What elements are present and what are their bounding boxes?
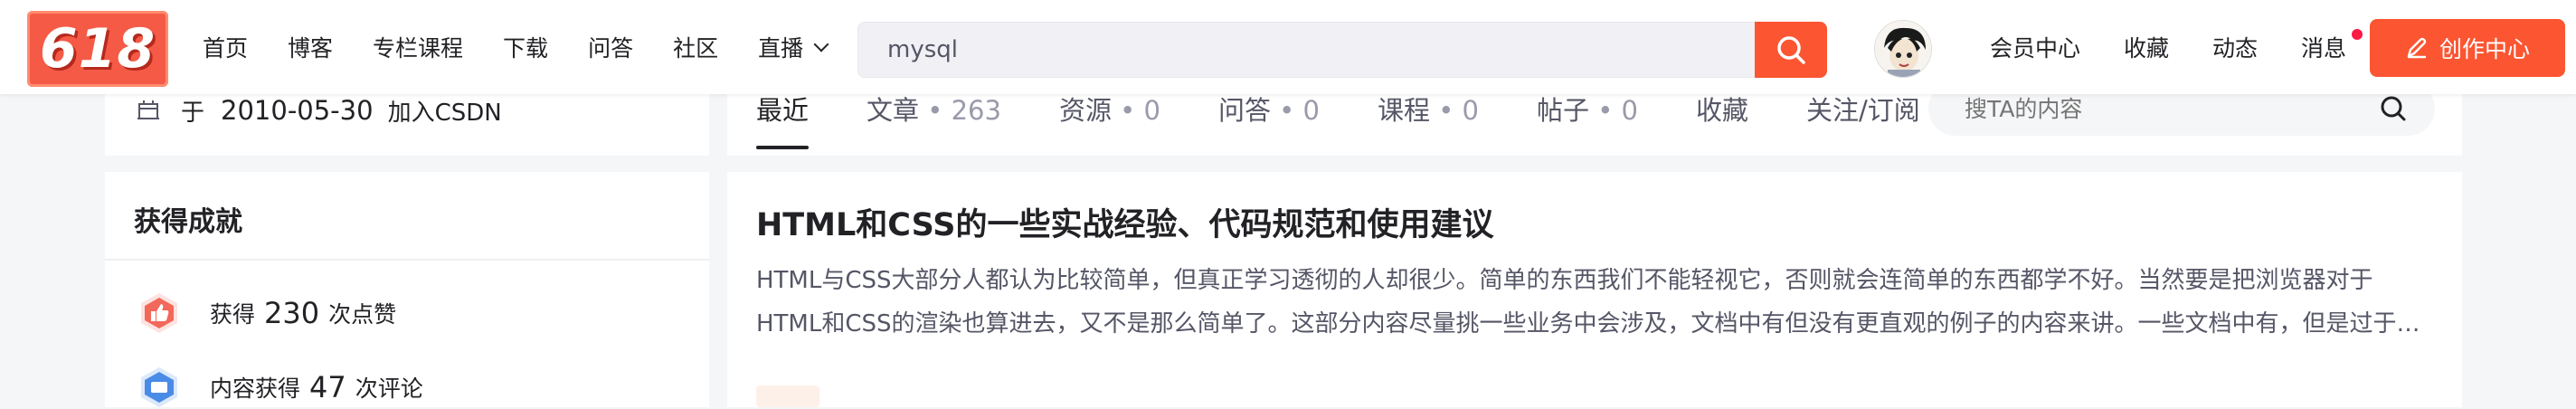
logo-text: 618 — [39, 17, 156, 81]
user-nav: 会员中心 收藏 动态 消息 — [1990, 0, 2390, 94]
achievement-row-likes: 获得 230 次点赞 — [137, 291, 396, 335]
tab-posts[interactable]: 帖子 • 0 — [1537, 90, 1638, 128]
comments-count: 47 — [309, 370, 346, 404]
tab-label: 最近 — [756, 95, 810, 126]
tab-label: 问答 — [1217, 95, 1271, 126]
achievements-title: 获得成就 — [134, 206, 242, 238]
tab-label: 收藏 — [1696, 95, 1749, 126]
tab-count-separator: • — [1589, 95, 1622, 126]
messages-label: 消息 — [2301, 35, 2347, 62]
pen-icon — [2407, 37, 2427, 59]
article-list-item[interactable]: HTML和CSS的一些实战经验、代码规范和使用建议 HTML与CSS大部分人都认… — [727, 172, 2462, 407]
tab-count-separator: • — [1270, 95, 1303, 126]
achievement-row-comments: 内容获得 47 次评论 — [137, 366, 423, 409]
comments-suffix: 次评论 — [355, 376, 423, 402]
nav-item-home[interactable]: 首页 — [203, 31, 248, 63]
tab-count: 0 — [1143, 95, 1160, 126]
nav-item-qa[interactable]: 问答 — [588, 31, 633, 63]
article-description: HTML与CSS大部分人都认为比较简单，但真正学习透彻的人却很少。简单的东西我们… — [756, 267, 2420, 338]
likes-prefix: 获得 — [210, 301, 256, 328]
tab-label: 帖子 — [1536, 95, 1589, 126]
creator-center-label: 创作中心 — [2439, 36, 2530, 62]
csdn-618-logo[interactable]: 618 — [27, 11, 168, 87]
article-title[interactable]: HTML和CSS的一些实战经验、代码规范和使用建议 — [756, 199, 1493, 245]
achievements-card: 获得成就 获得 230 次点赞 内容获得 47 次评论 — [105, 172, 709, 407]
likes-suffix: 次点赞 — [328, 301, 397, 328]
nav-item-courses[interactable]: 专栏课程 — [373, 31, 463, 63]
tab-label: 文章 — [867, 95, 920, 126]
search-icon[interactable] — [2379, 94, 2408, 123]
likes-count: 230 — [264, 296, 320, 330]
tab-courses[interactable]: 课程 • 0 — [1378, 90, 1479, 128]
chevron-down-icon — [813, 36, 829, 52]
main-nav: 首页 博客 专栏课程 下载 问答 社区 直播 — [203, 0, 867, 94]
divider — [105, 259, 709, 261]
active-tab-indicator — [756, 146, 810, 149]
join-date: 2010-05-30 — [221, 95, 374, 126]
join-suffix: 加入CSDN — [387, 99, 502, 127]
creator-center-button[interactable]: 创作中心 — [2370, 19, 2565, 77]
calendar-icon — [137, 100, 159, 119]
unread-dot — [2352, 29, 2363, 40]
nav-item-live-dropdown[interactable]: 直播 — [758, 31, 829, 63]
top-navbar: 618 首页 博客 专栏课程 下载 问答 社区 直播 mysql 会员中心 收藏… — [0, 0, 2576, 94]
tab-label: 资源 — [1058, 95, 1112, 126]
tab-recent[interactable]: 最近 — [756, 90, 810, 149]
tab-articles[interactable]: 文章 • 263 — [867, 90, 1001, 128]
thumb-up-badge-icon — [141, 293, 177, 333]
tab-favorites[interactable]: 收藏 — [1696, 90, 1748, 128]
nav-member-center[interactable]: 会员中心 — [1990, 31, 2080, 63]
search-input[interactable] — [858, 23, 1754, 77]
tab-label: 课程 — [1377, 95, 1430, 126]
tab-count-separator: • — [1111, 95, 1144, 126]
nav-item-blog[interactable]: 博客 — [288, 31, 333, 63]
nav-item-live-label: 直播 — [758, 35, 804, 62]
search-button[interactable] — [1755, 22, 1827, 78]
global-search — [857, 22, 1827, 78]
join-prefix: 于 — [181, 99, 205, 127]
tab-label: 关注/订阅 — [1806, 95, 1920, 126]
user-avatar[interactable] — [1874, 20, 1932, 78]
join-date-row: 于 2010-05-30 加入CSDN — [136, 94, 502, 127]
article-tag — [756, 385, 819, 407]
tab-count-separator: • — [919, 95, 952, 126]
tab-resources[interactable]: 资源 • 0 — [1059, 90, 1160, 128]
nav-item-download[interactable]: 下载 — [503, 31, 548, 63]
comment-badge-icon — [141, 367, 177, 407]
tab-qa[interactable]: 问答 • 0 — [1218, 90, 1320, 128]
nav-activity[interactable]: 动态 — [2212, 31, 2258, 63]
avatar-image — [1875, 21, 1931, 77]
nav-messages[interactable]: 消息 — [2301, 29, 2363, 63]
tab-count: 0 — [1621, 95, 1638, 126]
search-icon — [1777, 36, 1805, 64]
tab-count-separator: • — [1429, 95, 1463, 126]
tab-following[interactable]: 关注/订阅 — [1806, 90, 1920, 128]
comments-prefix: 内容获得 — [210, 376, 301, 402]
tab-count: 0 — [1302, 95, 1320, 126]
tab-count: 0 — [1462, 95, 1479, 126]
tab-count: 263 — [951, 95, 1001, 126]
nav-item-community[interactable]: 社区 — [673, 31, 718, 63]
nav-favorites[interactable]: 收藏 — [2124, 31, 2169, 63]
